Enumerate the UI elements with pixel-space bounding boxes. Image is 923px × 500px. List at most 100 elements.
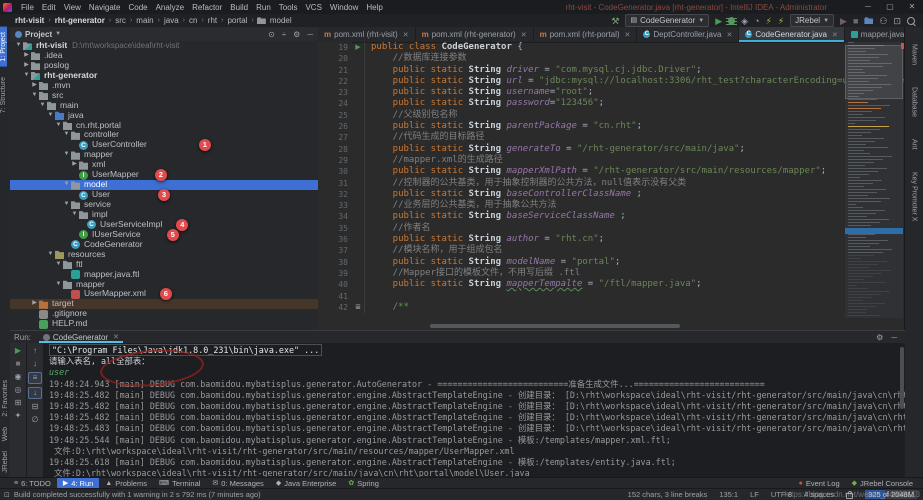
run-config-select[interactable]: ▤CodeGenerator▼: [625, 14, 709, 27]
search-everywhere-icon[interactable]: [907, 17, 915, 25]
menu-edit[interactable]: Edit: [38, 3, 60, 12]
pin-icon[interactable]: ✦: [12, 411, 24, 421]
editor-tab-pom.xml--rht-portal-[interactable]: mpom.xml (rht-portal)✕: [534, 27, 638, 42]
close-icon[interactable]: ✕: [832, 31, 838, 39]
menu-file[interactable]: File: [17, 3, 38, 12]
tree-item-usercontroller[interactable]: CUserController1: [10, 140, 318, 150]
minimap-viewport[interactable]: [845, 45, 903, 99]
breadcrumb-item-rht-generator[interactable]: rht-generator: [54, 16, 106, 25]
tree-item-usermapper[interactable]: IUserMapper2: [10, 170, 318, 180]
chevron-expanded-icon[interactable]: ▼: [46, 250, 55, 260]
collapse-all-icon[interactable]: ÷: [282, 30, 286, 39]
menu-build[interactable]: Build: [226, 3, 252, 12]
code-line[interactable]: 24 public static String password="123456…: [318, 98, 905, 109]
tree-item-userserviceimpl[interactable]: CUserServiceImpl4: [10, 220, 318, 230]
settings-icon[interactable]: ⚙: [293, 30, 300, 39]
profiler-button[interactable]: ◔: [754, 15, 759, 27]
code-line[interactable]: 29 //mapper.xml的生成路径: [318, 155, 905, 166]
menu-help[interactable]: Help: [362, 3, 386, 12]
code-line[interactable]: 31 //控制器的公共基类，用于抽象控制器的公共方法，null值表示没有父类: [318, 178, 905, 189]
menu-tools[interactable]: Tools: [275, 3, 302, 12]
sidebar-tab-project[interactable]: 1: Project: [0, 27, 7, 67]
code-line[interactable]: 25 //父级别包名称: [318, 110, 905, 121]
build-hammer-icon[interactable]: ⚒: [611, 15, 619, 27]
chevron-expanded-icon[interactable]: ▼: [62, 180, 71, 190]
code-line[interactable]: 36 public static String author = "rht.cn…: [318, 234, 905, 245]
layout-icon[interactable]: ⊞: [12, 398, 24, 408]
tree-item-java[interactable]: ▼java: [10, 111, 318, 121]
run-disabled-button[interactable]: ▶: [840, 15, 847, 27]
menu-window[interactable]: Window: [326, 3, 362, 12]
chevron-expanded-icon[interactable]: ▼: [54, 260, 63, 270]
restore-layout-icon[interactable]: ⊡: [893, 15, 901, 27]
menu-run[interactable]: Run: [252, 3, 275, 12]
chevron-expanded-icon[interactable]: ▼: [62, 150, 71, 160]
chevron-collapsed-icon[interactable]: ▶: [22, 51, 31, 61]
tree-item-mapper[interactable]: ▼mapper: [10, 150, 318, 160]
editor-tab-pom.xml--rht-generator-[interactable]: mpom.xml (rht-generator)✕: [416, 27, 534, 42]
run-console[interactable]: "C:\Program Files\Java\jdk1.8.0_231\bin\…: [44, 343, 905, 478]
code-line[interactable]: 40 public static String mapperTempalte =…: [318, 279, 905, 290]
code-line[interactable]: 35 //作者名: [318, 223, 905, 234]
status-segment[interactable]: 4 spaces: [804, 490, 834, 499]
editor-area[interactable]: mpom.xml (rht-visit)✕mpom.xml (rht-gener…: [318, 27, 905, 330]
code-area[interactable]: 19▶public class CodeGenerator {20 //数据库连…: [318, 42, 905, 322]
chevron-expanded-icon[interactable]: ▼: [46, 111, 55, 121]
close-icon[interactable]: ✕: [726, 31, 732, 39]
print-icon[interactable]: ⊟: [29, 402, 41, 412]
minimap[interactable]: [845, 42, 903, 318]
profile-icon[interactable]: ⚇: [879, 15, 887, 27]
menu-navigate[interactable]: Navigate: [85, 3, 125, 12]
right-tab-database[interactable]: Database: [911, 82, 918, 122]
gc-icon[interactable]: ◎: [12, 385, 24, 395]
clear-icon[interactable]: ∅: [29, 415, 41, 425]
open-project-icon[interactable]: [864, 17, 873, 24]
tree-item-impl[interactable]: ▼impl: [10, 210, 318, 220]
chevron-expanded-icon[interactable]: ▼: [14, 41, 23, 51]
code-line[interactable]: 30 public static String mapperXmlPath = …: [318, 166, 905, 177]
tree-item-ftl[interactable]: ▼ftl: [10, 260, 318, 270]
breadcrumb-item-src[interactable]: src: [114, 16, 127, 25]
code-line[interactable]: 20 //数据库连接参数: [318, 53, 905, 64]
chevron-expanded-icon[interactable]: ▼: [22, 71, 31, 81]
code-line[interactable]: 19▶public class CodeGenerator {: [318, 42, 905, 53]
breadcrumb-item-cn[interactable]: cn: [188, 16, 198, 25]
breadcrumb-item-java[interactable]: java: [163, 16, 180, 25]
stop-disabled-button[interactable]: ■: [853, 15, 858, 27]
code-line[interactable]: 39 //Mapper接口的模板文件，不用写后缀 .ftl: [318, 268, 905, 279]
status-segment[interactable]: UTF-8: [771, 490, 792, 499]
sidebar-tab-structure[interactable]: 7: Structure: [0, 72, 7, 118]
memory-indicator[interactable]: 325 of 2048M: [865, 490, 917, 499]
tree-item-controller[interactable]: ▼controller: [10, 130, 318, 140]
dump-threads-icon[interactable]: ◉: [12, 372, 24, 382]
maximize-icon[interactable]: ▢: [879, 0, 901, 14]
status-segment[interactable]: LF: [750, 490, 759, 499]
chevron-collapsed-icon[interactable]: ▶: [30, 299, 39, 309]
code-line[interactable]: 27 //代码生成的目标路径: [318, 132, 905, 143]
jrebel-debug-button[interactable]: ⚡: [778, 15, 784, 27]
code-line[interactable]: 33 //业务层的公共基类，用于抽象公共方法: [318, 200, 905, 211]
editor-tab-pom.xml--rht-visit-[interactable]: mpom.xml (rht-visit)✕: [318, 27, 416, 42]
tree-item-src[interactable]: ▼src: [10, 91, 318, 101]
chevron-expanded-icon[interactable]: ▼: [54, 280, 63, 290]
breadcrumb-item-rht-visit[interactable]: rht-visit: [14, 16, 45, 25]
stop-icon[interactable]: ■: [12, 359, 24, 369]
horizontal-scrollbar[interactable]: [430, 324, 680, 328]
fold-gutter-icon[interactable]: ≣: [352, 302, 365, 313]
tree-item-xml[interactable]: ▶xml: [10, 160, 318, 170]
sidebar-tab-jrebel[interactable]: JRebel: [2, 446, 9, 478]
tree-item-help.md[interactable]: HELP.md: [10, 319, 318, 329]
tree-item-service[interactable]: ▼service: [10, 200, 318, 210]
tree-item-user[interactable]: CUser3: [10, 190, 318, 200]
menu-code[interactable]: Code: [124, 3, 151, 12]
project-view-dropdown[interactable]: Project ▼: [15, 30, 61, 39]
chevron-expanded-icon[interactable]: ▼: [62, 130, 71, 140]
tree-item-iuserservice[interactable]: IIUserService5: [10, 230, 318, 240]
code-line[interactable]: 23 public static String username="root";: [318, 87, 905, 98]
code-line[interactable]: 38 public static String modelName = "por…: [318, 257, 905, 268]
tool-windows-icon[interactable]: ⊡: [4, 491, 10, 499]
menu-vcs[interactable]: VCS: [301, 3, 325, 12]
tree-item-codegenerator[interactable]: CCodeGenerator: [10, 240, 318, 250]
rerun-icon[interactable]: ▶: [12, 346, 24, 356]
minimize-icon[interactable]: ─: [857, 0, 879, 14]
